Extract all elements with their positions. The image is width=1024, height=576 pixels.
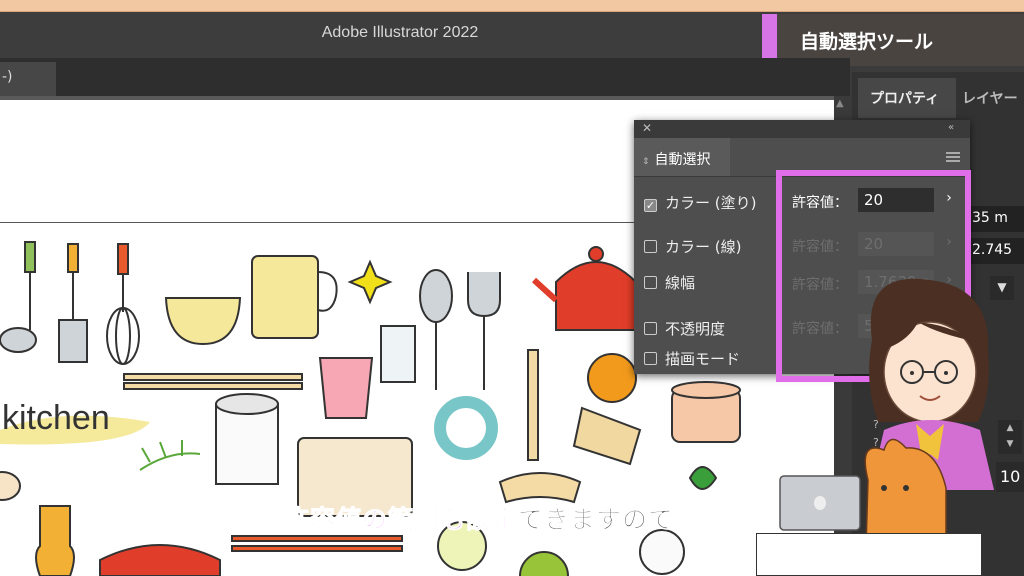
spatula-illustration xyxy=(58,243,88,363)
document-tab-bar xyxy=(0,58,850,96)
kettle-illustration xyxy=(531,246,637,331)
option-fill-color[interactable]: ✓ カラー (塗り) xyxy=(644,192,756,212)
whisk-illustration xyxy=(106,243,140,365)
sparkle-illustration xyxy=(347,259,393,305)
option-label: 線幅 xyxy=(665,274,696,292)
pot-illustration xyxy=(671,381,741,443)
fork-illustration xyxy=(467,272,501,390)
option-label: 不透明度 xyxy=(665,320,726,338)
mug-illustration xyxy=(251,255,338,339)
screen: Adobe Illustrator 2022 自動選択ツール -) kitche… xyxy=(0,0,1024,576)
onigiri-illustration xyxy=(639,529,685,575)
panel-menu-icon[interactable] xyxy=(946,152,960,162)
option-label: カラー (塗り) xyxy=(665,194,757,212)
tolerance-highlight-box xyxy=(776,170,971,382)
app-title: Adobe Illustrator 2022 xyxy=(321,24,479,41)
ladle-illustration xyxy=(0,241,37,353)
tab-properties[interactable]: プロパティ xyxy=(858,78,956,118)
bottle-illustration xyxy=(35,505,75,576)
leaf-illustration xyxy=(688,466,718,490)
subtitle-caption: 許容値の範囲も設定できますので xyxy=(283,500,675,536)
caption-highlight: 許容値の範囲も設定 xyxy=(283,505,519,535)
tab-magic-wand[interactable]: ⇕ 自動選択 xyxy=(634,138,730,176)
checkbox-fill-color[interactable]: ✓ xyxy=(644,199,657,212)
glass-illustration xyxy=(380,325,416,383)
desk-box xyxy=(756,533,982,576)
option-blending-mode[interactable]: 描画モード xyxy=(644,348,740,368)
checkbox-stroke-weight[interactable] xyxy=(644,276,657,289)
spoon-illustration xyxy=(419,269,453,390)
chopsticks-2-illustration xyxy=(231,535,403,552)
orange-illustration xyxy=(587,353,637,403)
document-tab[interactable]: -) xyxy=(0,62,56,96)
bowl-illustration xyxy=(164,297,242,346)
badge-label: 自動選択ツール xyxy=(800,31,934,53)
kiwi-illustration xyxy=(519,551,569,576)
tab-label: 自動選択 xyxy=(654,152,711,168)
checkbox-opacity[interactable] xyxy=(644,322,657,335)
wooden-spatula-illustration xyxy=(527,349,539,461)
option-stroke-weight[interactable]: 線幅 xyxy=(644,272,695,292)
panel-grip-icon: ⇕ xyxy=(642,157,650,167)
close-icon[interactable]: ✕ xyxy=(642,121,652,135)
value-stepper[interactable]: ▲ ▼ xyxy=(998,420,1022,454)
option-label: 描画モード xyxy=(665,350,741,368)
help-icon: ? xyxy=(873,418,879,431)
panel-value-3[interactable]: 10 xyxy=(996,462,1024,492)
panel-value-1[interactable]: 35 m xyxy=(966,206,1024,232)
toast-illustration xyxy=(572,406,642,466)
kitchen-text: kitchen xyxy=(2,399,110,437)
checkbox-blending-mode[interactable] xyxy=(644,352,657,365)
checkbox-stroke-color[interactable] xyxy=(644,240,657,253)
chevron-down-icon[interactable]: ▼ xyxy=(990,276,1014,300)
plate-illustration xyxy=(0,471,21,501)
herb-illustration xyxy=(139,440,201,471)
scroll-up-icon[interactable]: ▲ xyxy=(836,98,844,109)
option-label: カラー (線) xyxy=(665,238,742,256)
help-icon: ? xyxy=(873,436,879,449)
chopsticks-illustration xyxy=(123,373,303,390)
collapse-icon[interactable]: « xyxy=(948,122,954,133)
panel-title-bar[interactable] xyxy=(634,120,970,138)
panel-value-2[interactable]: 2.745 xyxy=(966,238,1024,264)
caption-rest: できますので xyxy=(518,505,675,535)
system-menu-bar xyxy=(0,0,1024,12)
cup-illustration xyxy=(318,357,374,419)
option-stroke-color[interactable]: カラー (線) xyxy=(644,236,741,256)
tab-layers[interactable]: レイヤー xyxy=(962,78,1024,118)
paper-towel-illustration xyxy=(215,393,279,485)
option-opacity[interactable]: 不透明度 xyxy=(644,318,725,338)
dutch-oven-illustration xyxy=(99,544,221,576)
bread-slice-illustration xyxy=(498,472,582,504)
tape-illustration xyxy=(434,396,498,460)
